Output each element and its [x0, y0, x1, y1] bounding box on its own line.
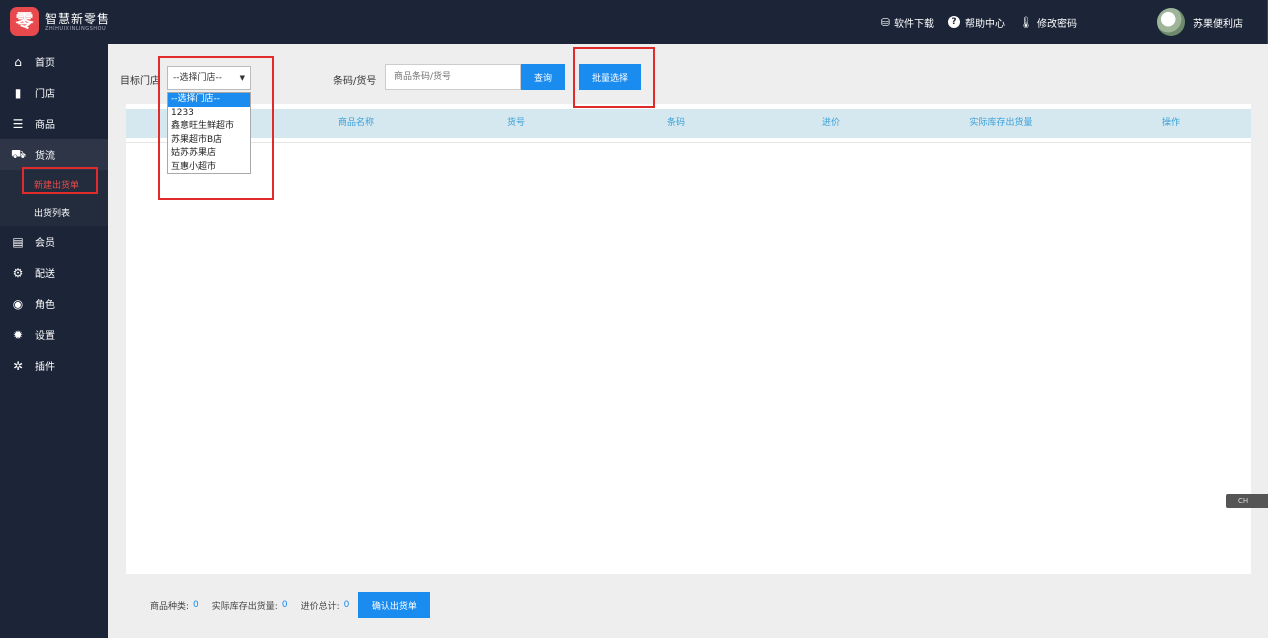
sidebar-subitem-shipment-list[interactable]: 出货列表: [0, 198, 108, 226]
column-header-purchase-price: 进价: [821, 118, 840, 128]
column-header-actions: 操作: [1161, 118, 1180, 128]
filter-row: 目标门店 --选择门店-- ▼ 条码/货号 查询 批量选择: [108, 64, 1268, 94]
column-header-actual-stock-out: 实际库存出货量: [969, 118, 1033, 128]
batch-select-button[interactable]: 批量选择: [579, 64, 641, 90]
store-dropdown-list: --选择门店-- 1233 鑫意旺生鲜超市 苏果超市B店 姑苏苏果店 互惠小超市: [167, 92, 251, 174]
barcode-search-input[interactable]: [385, 64, 521, 90]
truck-icon: ⛟: [11, 146, 27, 161]
home-icon: ⌂: [14, 54, 22, 69]
column-header-product-name: 商品名称: [337, 118, 374, 128]
table-header: 商品名称 货号 条码 进价 实际库存出货量 操作: [126, 109, 1251, 138]
question-icon: ?: [948, 16, 961, 28]
sidebar-subitem-new-shipment[interactable]: 新建出货单: [0, 170, 108, 198]
top-navigation-bar: 零 智慧新零售 ZHIHUIXINLINGSHOU ⛁ 软件下载 ? 帮助中心 …: [0, 0, 1268, 44]
floating-language-widget[interactable]: CH: [1226, 494, 1268, 508]
sidebar-item-stores[interactable]: ▮ 门店: [0, 77, 108, 108]
dropdown-option[interactable]: 1233: [168, 107, 250, 121]
building-icon: ▮: [14, 85, 22, 100]
confirm-shipment-button[interactable]: 确认出货单: [358, 592, 431, 618]
change-password-link[interactable]: 🌡 修改密码: [1019, 15, 1077, 30]
app-name: 智慧新零售: [45, 11, 111, 26]
divider: [126, 142, 1251, 143]
sidebar-item-home[interactable]: ⌂ 首页: [0, 46, 108, 77]
caret-down-icon: ▼: [239, 74, 245, 82]
download-icon: ⛁: [880, 15, 891, 29]
app-logo[interactable]: 零 智慧新零售 ZHIHUIXINLINGSHOU: [10, 7, 110, 36]
avatar: [1157, 8, 1185, 36]
id-card-icon: ▤: [12, 234, 24, 249]
software-download-link[interactable]: ⛁ 软件下载: [881, 15, 934, 30]
barcode-label: 条码/货号: [333, 76, 377, 87]
cogs-icon: ✲: [12, 358, 24, 373]
kinds-label: 商品种类:: [150, 601, 190, 612]
goods-table: 商品名称 货号 条码 进价 实际库存出货量 操作: [126, 104, 1251, 574]
sidebar-item-products[interactable]: ☰ 商品: [0, 108, 108, 139]
store-select[interactable]: --选择门店-- ▼: [167, 66, 251, 90]
sidebar-item-members[interactable]: ▤ 会员: [0, 226, 108, 257]
kinds-value: 0: [193, 600, 199, 610]
user-menu[interactable]: 苏果便利店: [1157, 8, 1243, 36]
dropdown-option[interactable]: 鑫意旺生鲜超市: [168, 120, 250, 134]
main-content: 目标门店 --选择门店-- ▼ 条码/货号 查询 批量选择 商品名称 货号 条码…: [108, 44, 1268, 638]
query-button[interactable]: 查询: [521, 64, 565, 90]
app-name-en: ZHIHUIXINLINGSHOU: [45, 25, 107, 32]
sidebar-item-roles[interactable]: ◉ 角色: [0, 288, 108, 319]
column-header-item-no: 货号: [506, 118, 525, 128]
target-store-label: 目标门店: [120, 76, 160, 87]
column-header-barcode: 条码: [666, 118, 685, 128]
sidebar-item-delivery[interactable]: ⚙ 配送: [0, 257, 108, 288]
dropdown-option[interactable]: 互惠小超市: [168, 161, 250, 175]
list-icon: ☰: [12, 116, 24, 131]
dropdown-option[interactable]: 苏果超市B店: [168, 134, 250, 148]
total-label: 进价总计:: [300, 601, 340, 612]
motorcycle-icon: ⚙: [12, 265, 24, 280]
sidebar: ⌂ 首页 ▮ 门店 ☰ 商品 ⛟ 货流 新建出货单 出货列表 ▤ 会员 ⚙ 配送…: [0, 44, 108, 638]
user-circle-icon: ◉: [12, 296, 24, 311]
logo-badge-icon: 零: [10, 7, 39, 36]
dropdown-option[interactable]: 姑苏苏果店: [168, 147, 250, 161]
thermometer-icon: 🌡: [1019, 15, 1033, 29]
help-center-link[interactable]: ? 帮助中心: [948, 15, 1005, 30]
sidebar-item-settings[interactable]: ✹ 设置: [0, 319, 108, 350]
username: 苏果便利店: [1193, 18, 1243, 30]
dropdown-option[interactable]: --选择门店--: [168, 93, 250, 107]
stock-value: 0: [281, 600, 288, 610]
stock-label: 实际库存出货量:: [211, 601, 278, 612]
summary-bar: 商品种类: 0 实际库存出货量: 0 进价总计: 0 确认出货单: [150, 592, 431, 618]
total-value: 0: [343, 600, 350, 610]
sidebar-item-logistics[interactable]: ⛟ 货流: [0, 139, 108, 170]
sidebar-item-plugins[interactable]: ✲ 插件: [0, 350, 108, 381]
gear-icon: ✹: [12, 327, 24, 342]
